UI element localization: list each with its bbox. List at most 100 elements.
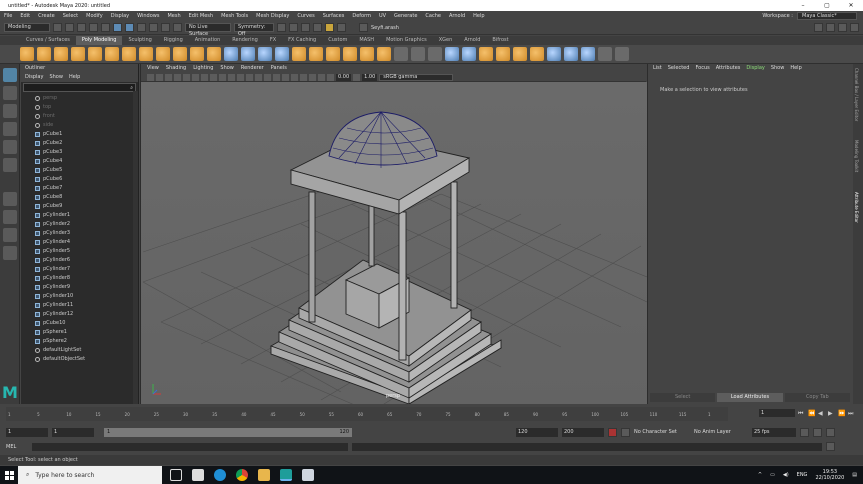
go-to-start-icon[interactable]: ⏮ (798, 410, 805, 417)
ae-menu-selected[interactable]: Selected (668, 64, 690, 73)
shelf-tab-sculpting[interactable]: Sculpting (122, 36, 157, 45)
outliner-menu-help[interactable]: Help (69, 73, 80, 82)
workspace-dropdown[interactable]: Maya Classic* (797, 12, 857, 20)
viewport-menu-view[interactable]: View (147, 64, 159, 73)
clock[interactable]: 19:53 22/10/2020 (815, 469, 844, 481)
textured-icon[interactable] (246, 73, 253, 81)
step-back-icon[interactable]: ◀ (818, 410, 825, 417)
menu-arnold[interactable]: Arnold (445, 13, 469, 19)
uv-editor-icon[interactable] (530, 47, 544, 61)
ae-menu-show[interactable]: Show (771, 64, 785, 73)
film-gate-icon[interactable] (183, 73, 190, 81)
menu-create[interactable]: Create (34, 13, 59, 19)
outliner-item[interactable]: pCube9 (35, 202, 138, 211)
poly-svg-icon[interactable] (207, 47, 221, 61)
script-editor-icon[interactable] (826, 442, 836, 451)
network-icon[interactable]: ▭ (770, 472, 775, 478)
language-indicator[interactable]: ENG (797, 472, 808, 478)
outliner-item[interactable]: pCylinder10 (35, 292, 138, 301)
key-preferences-icon[interactable] (621, 427, 630, 437)
render-settings-icon[interactable] (313, 23, 322, 32)
bookmark-icon[interactable] (156, 73, 163, 81)
shelf-tab-fx-caching[interactable]: FX Caching (282, 36, 322, 45)
shelf-tab-poly-modeling[interactable]: Poly Modeling (75, 36, 123, 45)
menu-modify[interactable]: Modify (82, 13, 107, 19)
snap-point-icon[interactable] (173, 23, 182, 32)
resolution-gate-icon[interactable] (192, 73, 199, 81)
outliner-item-side[interactable]: side (35, 121, 138, 130)
time-slider[interactable]: 1 5 10 15 20 25 30 35 40 45 50 55 60 65 70 75 80 85 90 95 10… (0, 405, 863, 425)
user-icon[interactable] (359, 23, 368, 32)
menu-cache[interactable]: Cache (421, 13, 445, 19)
outliner-item[interactable]: pCube5 (35, 166, 138, 175)
outliner-item[interactable]: pCube10 (35, 319, 138, 328)
menu-help[interactable]: Help (469, 13, 488, 19)
shadows-icon[interactable] (264, 73, 271, 81)
range-slider[interactable]: 1 120 (104, 427, 352, 437)
exposure-icon[interactable] (327, 73, 334, 81)
fps-dropdown[interactable]: 25 fps (752, 427, 796, 437)
play-forward-icon[interactable]: ▶ (828, 410, 835, 417)
start-time-field[interactable]: 1 (6, 427, 48, 437)
current-frame-field[interactable]: 1 (759, 409, 795, 417)
shelf-tab-animation[interactable]: Animation (189, 36, 227, 45)
viewport-menu-show[interactable]: Show (220, 64, 234, 73)
wireframe-on-shaded-icon[interactable] (237, 73, 244, 81)
gamma-icon[interactable] (353, 73, 361, 81)
outliner-item[interactable]: pCylinder12 (35, 310, 138, 319)
range-start-field[interactable]: 1 (52, 427, 94, 437)
notifications-icon[interactable]: ▤ (852, 472, 857, 478)
menu-deform[interactable]: Deform (348, 13, 375, 19)
poly-cone-icon[interactable] (71, 47, 85, 61)
gate-mask-icon[interactable] (201, 73, 208, 81)
time-ruler[interactable]: 1 5 10 15 20 25 30 35 40 45 50 55 60 65 70 75 80 85 90 95 10… (6, 407, 728, 421)
poly-disc-icon[interactable] (122, 47, 136, 61)
outliner-item[interactable]: pCube8 (35, 193, 138, 202)
ae-load-attributes-button[interactable]: Load Attributes (717, 393, 783, 402)
character-set-dropdown[interactable]: No Character Set (634, 429, 690, 435)
exposure-field[interactable]: 0.00 (336, 73, 352, 81)
shelf-tab-custom[interactable]: Custom (322, 36, 353, 45)
append-polygon-icon[interactable] (343, 47, 357, 61)
smooth-icon[interactable] (258, 47, 272, 61)
go-to-end-icon[interactable]: ⏭ (848, 410, 855, 417)
menu-curves[interactable]: Curves (293, 13, 318, 19)
select-object-icon[interactable] (125, 23, 134, 32)
menu-select[interactable]: Select (59, 13, 82, 19)
ae-menu-display[interactable]: Display (746, 64, 764, 73)
snap-grid-icon[interactable] (149, 23, 158, 32)
xray-icon[interactable] (309, 73, 316, 81)
smooth-shade-icon[interactable] (228, 73, 235, 81)
collapse-icon[interactable] (513, 47, 527, 61)
channel-box-icon[interactable] (826, 23, 835, 32)
automatic-map-icon[interactable] (564, 47, 578, 61)
range-end-field[interactable]: 120 (516, 427, 558, 437)
combine-icon[interactable] (224, 47, 238, 61)
ae-menu-help[interactable]: Help (790, 64, 801, 73)
maya-taskbar-icon[interactable] (280, 469, 292, 481)
sweep-mesh-icon[interactable] (173, 47, 187, 61)
outliner-item[interactable]: pCylinder2 (35, 220, 138, 229)
viewport-menu-shading[interactable]: Shading (166, 64, 186, 73)
menuset-dropdown[interactable]: Modeling (4, 23, 50, 32)
ambient-occlusion-icon[interactable] (273, 73, 280, 81)
menu-edit[interactable]: Edit (16, 13, 34, 19)
modeling-toolkit-icon[interactable] (814, 23, 823, 32)
ae-menu-focus[interactable]: Focus (695, 64, 709, 73)
shelf-tab-arnold[interactable]: Arnold (458, 36, 486, 45)
new-scene-icon[interactable] (53, 23, 62, 32)
menu-display[interactable]: Display (107, 13, 133, 19)
connect-icon[interactable] (428, 47, 442, 61)
render-view-icon[interactable] (337, 23, 346, 32)
outliner-item[interactable]: pCylinder5 (35, 247, 138, 256)
scale-tool-icon[interactable] (3, 158, 17, 172)
xray-joints-icon[interactable] (318, 73, 325, 81)
shelf-tab-mash[interactable]: MASH (353, 36, 380, 45)
render-frame-icon[interactable] (289, 23, 298, 32)
four-view-icon[interactable] (3, 210, 17, 224)
tray-chevron-icon[interactable]: ^ (758, 472, 762, 478)
quad-draw-icon[interactable] (445, 47, 459, 61)
outliner-item-top[interactable]: top (35, 103, 138, 112)
history-icon[interactable] (277, 23, 286, 32)
volume-icon[interactable]: ◀) (783, 472, 789, 478)
